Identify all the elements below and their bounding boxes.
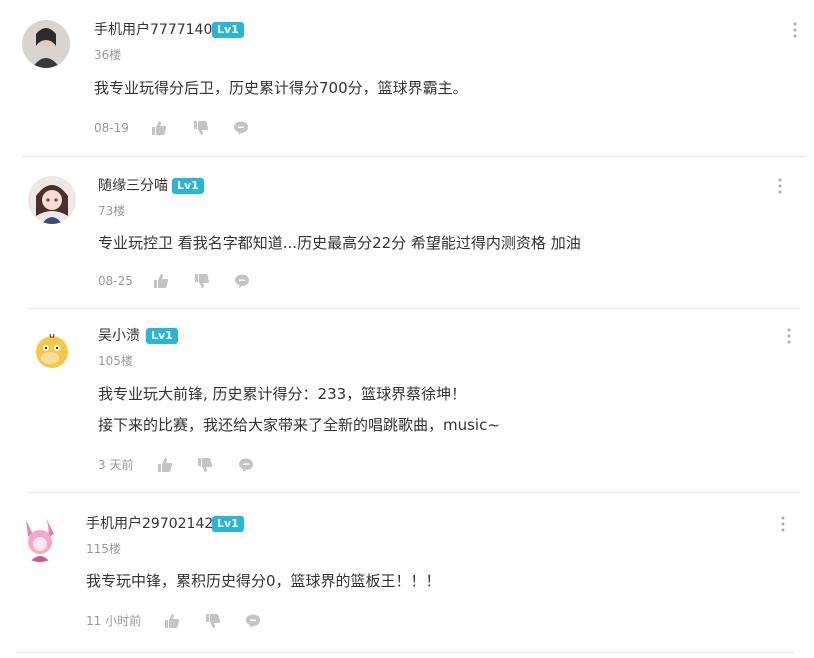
dislike-icon[interactable] (205, 613, 221, 629)
more-icon[interactable] (778, 515, 788, 533)
comment-text: 我专玩中锋，累积历史得分0，篮球界的篮板王！！！ (86, 572, 441, 590)
comment-text: 专业玩控卫 看我名字都知道...历史最高分22分 希望能过得内测资格 加油 (98, 234, 581, 252)
comment-text: 我专业玩得分后卫，历史累计得分700分，篮球界霸主。 (94, 79, 468, 97)
floor-number: 105楼 (98, 354, 133, 368)
dislike-icon[interactable] (197, 457, 213, 473)
more-icon[interactable] (790, 21, 800, 39)
avatar[interactable] (28, 176, 76, 224)
comment-time: 11 小时前 (86, 614, 142, 628)
username[interactable]: 手机用户7777140 (94, 21, 212, 39)
divider (22, 156, 806, 157)
comment-time: 08-19 (94, 121, 129, 135)
username[interactable]: 吴小溃 (98, 327, 140, 345)
username[interactable]: 随缘三分喵 (98, 177, 168, 195)
level-badge: Lv1 (172, 178, 204, 194)
like-icon[interactable] (151, 120, 167, 136)
divider (28, 308, 800, 309)
comment-text: 接下来的比赛，我还给大家带来了全新的唱跳歌曲，music~ (98, 416, 500, 434)
reply-icon[interactable] (233, 120, 249, 136)
like-icon[interactable] (153, 273, 169, 289)
divider (16, 652, 794, 653)
floor-number: 73楼 (98, 204, 126, 218)
comment-item: 手机用户29702142 Lv1 115楼 我专玩中锋，累积历史得分0，篮球界的… (0, 494, 814, 658)
like-icon[interactable] (157, 457, 173, 473)
level-badge: Lv1 (212, 516, 244, 532)
reply-icon[interactable] (238, 457, 254, 473)
comment-time: 3 天前 (98, 458, 134, 472)
username[interactable]: 手机用户29702142 (86, 515, 213, 533)
comment-item: 随缘三分喵 Lv1 73楼 专业玩控卫 看我名字都知道...历史最高分22分 希… (0, 158, 814, 310)
comment-text: 我专业玩大前锋, 历史累计得分：233，篮球界蔡徐坤！ (98, 385, 467, 403)
comment-item: 手机用户7777140 Lv1 36楼 我专业玩得分后卫，历史累计得分700分，… (0, 0, 814, 158)
comment-time: 08-25 (98, 274, 133, 288)
comment-item: 吴小溃 Lv1 105楼 我专业玩大前锋, 历史累计得分：233，篮球界蔡徐坤！… (0, 310, 814, 494)
more-icon[interactable] (775, 177, 785, 195)
avatar[interactable] (22, 20, 70, 68)
more-icon[interactable] (784, 327, 794, 345)
reply-icon[interactable] (245, 613, 261, 629)
level-badge: Lv1 (146, 328, 178, 344)
like-icon[interactable] (164, 613, 180, 629)
avatar[interactable] (28, 326, 76, 374)
dislike-icon[interactable] (193, 120, 209, 136)
floor-number: 115楼 (86, 542, 121, 556)
level-badge: Lv1 (212, 22, 244, 38)
divider (28, 492, 800, 493)
dislike-icon[interactable] (194, 273, 210, 289)
reply-icon[interactable] (234, 273, 250, 289)
floor-number: 36楼 (94, 48, 122, 62)
avatar[interactable] (16, 514, 64, 562)
